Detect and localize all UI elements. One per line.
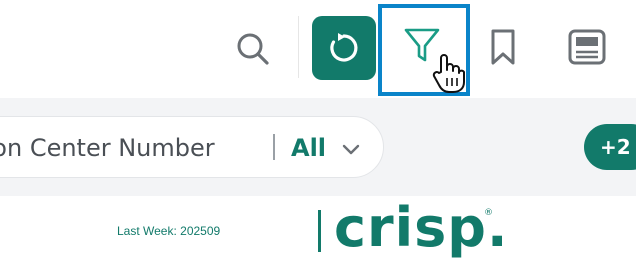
footer: Last Week: 202509 crisp. ®	[0, 196, 636, 280]
chevron-down-icon	[342, 144, 360, 155]
search-button[interactable]	[228, 24, 278, 74]
pointer-hand-cursor	[432, 54, 465, 93]
crisp-logo: crisp.	[334, 196, 509, 259]
refresh-icon	[330, 33, 358, 62]
filter-separator	[273, 134, 275, 160]
filter-value: All	[291, 134, 327, 162]
registered-mark: ®	[484, 208, 493, 218]
toolbar	[0, 0, 636, 98]
distribution-center-filter[interactable]: ution Center Number All	[0, 116, 384, 178]
logo-divider	[318, 210, 321, 252]
last-week-label: Last Week: 202509	[117, 224, 221, 238]
toolbar-divider	[298, 16, 299, 78]
search-icon	[237, 33, 269, 65]
filter-bar: ution Center Number All +2	[0, 98, 636, 196]
bookmark-icon	[491, 29, 515, 65]
app-root: ution Center Number All +2 Last Week: 20…	[0, 0, 636, 280]
more-filters-badge[interactable]: +2	[584, 124, 636, 170]
layout-icon	[568, 29, 606, 65]
bookmark-button[interactable]	[478, 22, 528, 72]
filter-label: ution Center Number	[0, 134, 215, 162]
filter-button[interactable]	[378, 4, 470, 96]
layout-button[interactable]	[560, 22, 614, 72]
refresh-button[interactable]	[312, 16, 376, 80]
